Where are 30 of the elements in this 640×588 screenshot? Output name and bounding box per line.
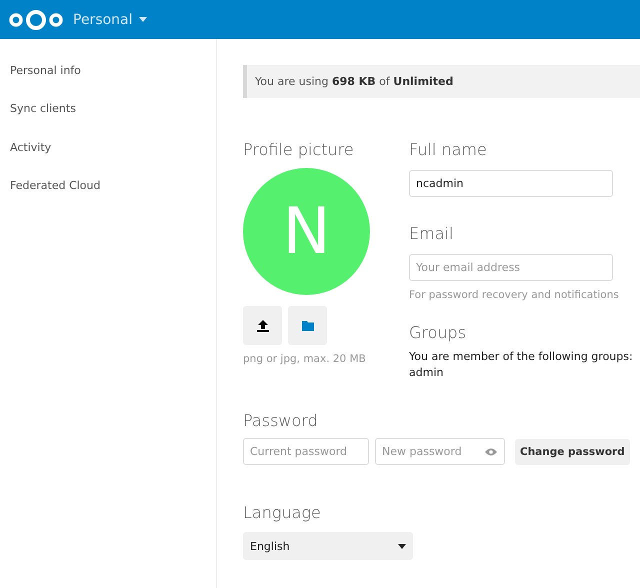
sidebar-item[interactable]: Federated Cloud (0, 166, 216, 205)
folder-icon (302, 320, 314, 330)
email-field[interactable]: Your email address (409, 254, 613, 281)
section-title: Language (243, 503, 322, 522)
new-password-field[interactable]: New password (375, 438, 505, 465)
upload-icon (256, 320, 268, 332)
hint-text: For password recovery and notifications (409, 289, 620, 301)
logo-icon[interactable] (8, 8, 64, 30)
change-password-button[interactable]: Change password (515, 438, 630, 464)
current-password-field[interactable]: Current password (243, 438, 369, 465)
language-dropdown[interactable]: English (243, 532, 413, 560)
sidebar-item[interactable]: Personal info (0, 51, 216, 90)
section-title: Email (409, 224, 454, 243)
groups-text: You are member of the following groups: (409, 350, 633, 363)
caret-icon (398, 544, 406, 548)
section-title: Groups (409, 323, 468, 342)
section-title: Full name (409, 140, 488, 159)
eye-icon[interactable] (485, 448, 497, 456)
full-name-field[interactable]: ncadmin (409, 170, 613, 197)
section-title: Password (243, 411, 319, 430)
groups-list: admin (409, 366, 633, 379)
quota-text: You are using 698 KB of Unlimited (255, 75, 454, 88)
sidebar-item[interactable]: Activity (0, 128, 216, 166)
section-title: Profile picture (243, 140, 355, 159)
sidebar-item[interactable]: Sync clients (0, 90, 216, 128)
avatar: N (243, 168, 370, 295)
hint-text: png or jpg, max. 20 MB (243, 353, 367, 365)
caret-icon (138, 17, 147, 22)
upload-button[interactable] (243, 306, 282, 345)
folder-button[interactable] (288, 306, 327, 345)
